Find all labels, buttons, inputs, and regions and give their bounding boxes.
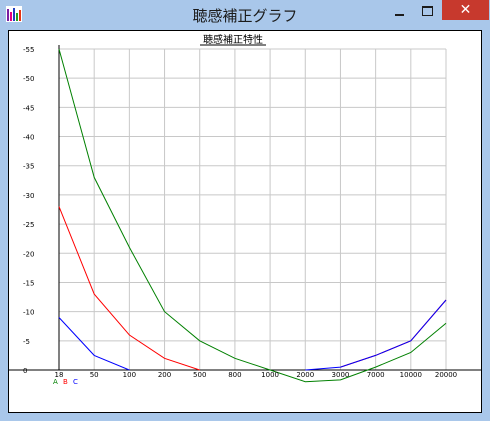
legend-item-c: C (73, 378, 78, 386)
y-tick-label: 0 (23, 367, 27, 375)
y-tick-label: -55 (23, 46, 34, 54)
x-tick-label: 10000 (400, 371, 422, 379)
x-tick-label: 7000 (367, 371, 385, 379)
x-tick-label: 800 (228, 371, 241, 379)
x-tick-label: 1000 (261, 371, 279, 379)
window: 聴感補正グラフ ✕ 聴感補正特性 -55 -50 -45 -40 -35 -30 -25 -2… (0, 0, 490, 421)
title-bar[interactable]: 聴感補正グラフ ✕ (0, 0, 490, 30)
y-tick-label: -15 (23, 279, 34, 287)
y-tick-label: -20 (23, 250, 34, 258)
legend-item-b: B (63, 378, 68, 386)
maximize-icon (422, 5, 433, 16)
y-tick-label: -30 (23, 192, 34, 200)
y-tick-label: -40 (23, 134, 34, 142)
series-line-c (58, 299, 447, 371)
chart: 聴感補正特性 -55-50-45-40-35-30-25-20-15-10-50… (9, 33, 481, 386)
x-tick-label: 20000 (435, 371, 457, 379)
chart-title: 聴感補正特性 (203, 33, 263, 46)
y-tick-label: -45 (23, 104, 34, 112)
minimize-button[interactable] (386, 0, 413, 21)
close-icon: ✕ (459, 2, 472, 18)
x-tick-label: 200 (158, 371, 171, 379)
series-line-a (58, 48, 447, 383)
x-tick-label: 100 (123, 371, 136, 379)
x-tick-label: 50 (90, 371, 99, 379)
close-button[interactable]: ✕ (442, 0, 489, 20)
maximize-button[interactable] (414, 0, 441, 21)
x-tick-label: 500 (193, 371, 206, 379)
x-tick-label: 2000 (296, 371, 314, 379)
y-tick-label: -25 (23, 221, 34, 229)
y-tick-label: -10 (23, 309, 34, 317)
y-tick-label: -5 (23, 338, 30, 346)
series-line-b (58, 206, 447, 371)
y-tick-label: -35 (23, 163, 34, 171)
chart-area: 聴感補正特性 -55 -50 -45 -40 -35 -30 -25 -20 -15 -10 -5 0… (8, 30, 482, 413)
y-tick-label: -50 (23, 75, 34, 83)
minimize-icon (395, 13, 404, 16)
legend-item-a: A (53, 378, 58, 386)
x-tick-label: 3000 (332, 371, 350, 379)
